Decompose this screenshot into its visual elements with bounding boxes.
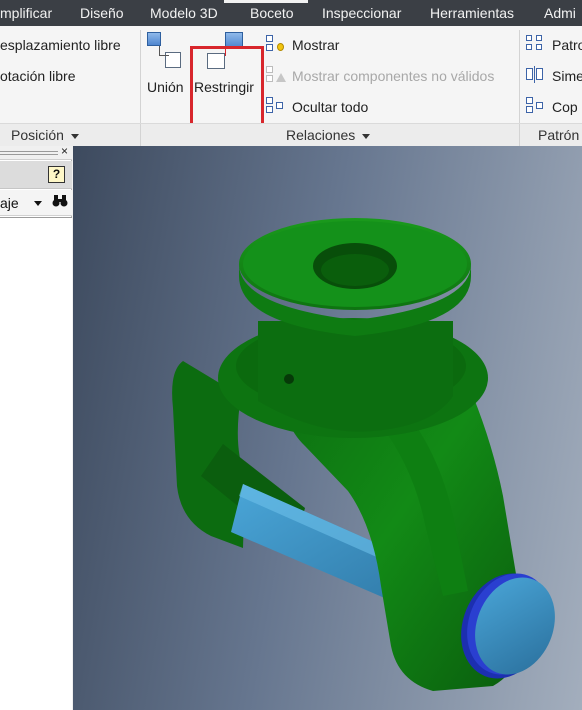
tab-modelo-3d[interactable]: Modelo 3D (150, 0, 218, 26)
browser-view-selector[interactable]: aje (0, 195, 19, 211)
position-group-label[interactable]: Posición (11, 127, 79, 143)
pattern-button[interactable]: Patro (552, 37, 582, 53)
group-divider (140, 124, 141, 146)
hide-all-button[interactable]: Ocultar todo (292, 99, 368, 115)
inventor-window: mplificar Diseño Modelo 3D Boceto Inspec… (0, 0, 582, 710)
relations-group-label-text: Relaciones (286, 127, 356, 143)
chevron-down-icon[interactable] (34, 201, 42, 206)
tab-simplificar[interactable]: mplificar (0, 0, 52, 26)
relations-group-label[interactable]: Relaciones (286, 127, 371, 143)
free-rotate-button[interactable]: otación libre (0, 68, 76, 84)
close-icon[interactable]: × (61, 144, 68, 158)
tab-herramientas[interactable]: Herramientas (430, 0, 514, 26)
group-divider (519, 124, 520, 146)
tab-inspeccionar[interactable]: Inspeccionar (322, 0, 401, 26)
tab-diseno[interactable]: Diseño (80, 0, 124, 26)
show-invalid-button: Mostrar componentes no válidos (292, 68, 495, 84)
pattern-icon[interactable] (526, 35, 546, 53)
panel-header: ? (0, 161, 72, 189)
panel-toolbar: aje (0, 190, 72, 216)
mirror-button[interactable]: Sime (552, 68, 582, 84)
binoculars-icon[interactable] (52, 194, 68, 211)
mirror-icon[interactable] (526, 66, 546, 84)
free-move-button[interactable]: esplazamiento libre (0, 37, 121, 53)
tab-boceto[interactable]: Boceto (250, 0, 294, 26)
assembly-model[interactable] (73, 146, 582, 710)
show-button[interactable]: Mostrar (292, 37, 339, 53)
graphics-viewport[interactable] (73, 146, 582, 710)
panel-grip[interactable] (0, 151, 58, 155)
chevron-down-icon (70, 133, 79, 139)
help-icon[interactable]: ? (48, 166, 65, 183)
ribbon-tab-bar: mplificar Diseño Modelo 3D Boceto Inspec… (0, 0, 582, 26)
ribbon-group-labels: Posición Relaciones Patrón (0, 123, 582, 146)
pattern-group-label-text: Patrón (538, 127, 580, 143)
copy-icon[interactable] (526, 97, 546, 115)
union-button[interactable]: Unión (147, 79, 184, 95)
pattern-group-label[interactable]: Patrón (538, 127, 579, 143)
show-icon[interactable] (266, 35, 286, 53)
chevron-down-icon (362, 133, 371, 139)
position-group-label-text: Posición (11, 127, 64, 143)
model-browser-panel: × ? aje (0, 144, 72, 710)
hide-all-icon[interactable] (266, 97, 286, 115)
panel-title-strip: × (0, 144, 72, 160)
tab-administrar[interactable]: Admi (544, 0, 576, 26)
show-invalid-icon (266, 66, 286, 84)
union-icon[interactable] (147, 32, 189, 74)
browser-tree[interactable] (0, 217, 72, 710)
copy-button[interactable]: Cop (552, 99, 578, 115)
ribbon-panel: esplazamiento libre otación libre Unión … (0, 26, 582, 148)
